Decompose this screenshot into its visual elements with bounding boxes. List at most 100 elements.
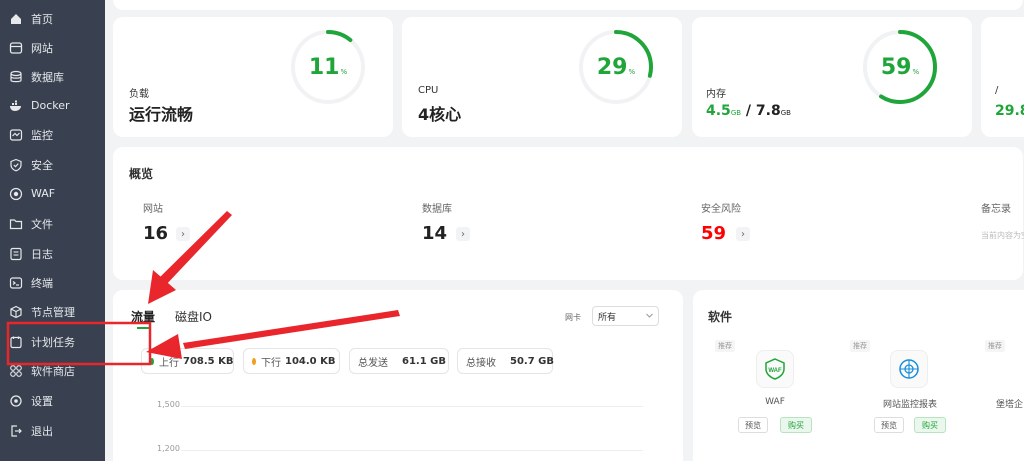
sidebar-item-home[interactable]: 首页 xyxy=(0,4,105,33)
memory-percent-unit: % xyxy=(912,68,920,76)
disk-card[interactable]: / 29.8 xyxy=(981,17,1024,137)
sidebar-item-security[interactable]: 安全 xyxy=(0,150,105,179)
sidebar-item-monitor[interactable]: 监控 xyxy=(0,120,105,149)
tab-disk-io[interactable]: 磁盘IO xyxy=(175,308,212,325)
task-icon xyxy=(9,335,23,349)
cpu-card[interactable]: CPU 4核心 29% xyxy=(402,17,682,137)
globe-icon xyxy=(9,41,23,55)
chevron-right-icon[interactable]: › xyxy=(456,227,470,241)
sidebar-item-database[interactable]: 数据库 xyxy=(0,62,105,91)
load-card[interactable]: 负载 运行流畅 11% xyxy=(113,17,393,137)
nic-select[interactable]: 所有 xyxy=(592,306,659,326)
sidebar-item-label: WAF xyxy=(31,187,56,200)
sidebar-item-label: Docker xyxy=(31,99,70,112)
folder-icon xyxy=(9,217,23,231)
sidebar-item-label: 计划任务 xyxy=(31,335,75,349)
cpu-percent-value: 29 xyxy=(596,55,628,80)
terminal-icon xyxy=(9,276,23,290)
overview-memo-hint[interactable]: 当前内容为空 xyxy=(981,230,1024,241)
node-icon xyxy=(9,305,23,319)
cpu-label: CPU xyxy=(418,85,439,96)
overview-databases-count[interactable]: 14 xyxy=(422,223,447,244)
sidebar-item-logs[interactable]: 日志 xyxy=(0,239,105,268)
sidebar-item-label: 终端 xyxy=(31,276,53,290)
software-title: 软件 xyxy=(708,310,733,324)
cpu-percent-unit: % xyxy=(628,68,636,76)
tab-active-indicator xyxy=(137,327,149,329)
software-card: 软件 推荐 WAF WAF 预览 购买 推荐 网站监控报表 预览 购买 推荐 堡… xyxy=(693,290,1024,461)
sidebar-item-label: 网站 xyxy=(31,41,53,55)
total-sent-stat: 总发送 61.1 GB xyxy=(349,348,449,374)
disk-mount-label: / xyxy=(995,85,999,96)
firewall-icon xyxy=(9,187,23,201)
buy-button[interactable]: 购买 xyxy=(780,417,812,433)
chevron-right-icon[interactable]: › xyxy=(176,227,190,241)
memory-card[interactable]: 内存 4.5GB / 7.8GB 59% xyxy=(692,17,972,137)
load-status: 运行流畅 xyxy=(129,105,194,124)
cpu-percent: 29% xyxy=(576,55,656,80)
load-percent: 11% xyxy=(288,55,368,80)
shield-icon xyxy=(9,158,23,172)
overview-databases-label: 数据库 xyxy=(422,204,452,215)
docker-icon xyxy=(9,99,23,113)
overview-security-count[interactable]: 59 xyxy=(701,223,726,244)
sidebar-item-terminal[interactable]: 终端 xyxy=(0,268,105,297)
gear-icon xyxy=(9,394,23,408)
sidebar-item-label: 首页 xyxy=(31,12,53,26)
sidebar-item-label: 设置 xyxy=(31,394,53,408)
monitor-icon xyxy=(9,128,23,142)
total-sent-value: 61.1 GB xyxy=(402,355,446,367)
sidebar-item-nodes[interactable]: 节点管理 xyxy=(0,297,105,326)
nic-label: 网卡 xyxy=(565,313,581,322)
total-received-label: 总接收 xyxy=(466,357,496,369)
upload-label: 上行 xyxy=(159,357,179,369)
upload-stat: 上行 708.5 KB xyxy=(141,348,234,374)
memory-percent-value: 59 xyxy=(880,55,912,80)
log-icon xyxy=(9,247,23,261)
upload-dot-icon xyxy=(150,357,154,365)
sidebar-item-logout[interactable]: 退出 xyxy=(0,416,105,445)
overview-security-label: 安全风险 xyxy=(701,204,741,215)
recommend-badge: 推荐 xyxy=(985,340,1005,352)
overview-websites-count[interactable]: 16 xyxy=(143,223,168,244)
tab-traffic[interactable]: 流量 xyxy=(131,308,155,325)
gridline xyxy=(181,406,643,407)
top-strip-card xyxy=(113,0,1023,10)
memory-usage: 4.5GB / 7.8GB xyxy=(706,103,791,119)
sidebar-item-store[interactable]: 软件商店 xyxy=(0,356,105,385)
logout-icon xyxy=(9,424,23,438)
sidebar-item-label: 软件商店 xyxy=(31,364,75,378)
chevron-right-icon[interactable]: › xyxy=(736,227,750,241)
sidebar-item-waf[interactable]: WAF xyxy=(0,179,105,208)
sidebar-item-tasks[interactable]: 计划任务 xyxy=(0,327,105,356)
database-icon xyxy=(9,70,23,84)
download-dot-icon xyxy=(252,357,256,365)
software-name-enterprise: 堡塔企 xyxy=(996,400,1024,410)
upload-value: 708.5 KB xyxy=(183,355,234,367)
sidebar-item-label: 退出 xyxy=(31,424,53,438)
load-percent-unit: % xyxy=(340,68,348,76)
sidebar-item-label: 安全 xyxy=(31,158,53,172)
preview-button[interactable]: 预览 xyxy=(874,417,904,433)
download-value: 104.0 KB xyxy=(285,355,336,367)
memory-percent: 59% xyxy=(860,55,940,80)
total-received-stat: 总接收 50.7 GB xyxy=(457,348,554,374)
sidebar-item-files[interactable]: 文件 xyxy=(0,209,105,238)
software-name-monitor: 网站监控报表 xyxy=(882,400,937,410)
memory-separator: / xyxy=(741,103,756,119)
overview-card: 概览 网站 16 › 数据库 14 › 安全风险 59 › 备忘录 当前内容为空 xyxy=(113,147,1024,280)
sidebar-item-website[interactable]: 网站 xyxy=(0,33,105,62)
preview-button[interactable]: 预览 xyxy=(738,417,768,433)
load-label: 负载 xyxy=(129,89,149,100)
website-monitor-icon[interactable] xyxy=(890,350,928,388)
memory-total-unit: GB xyxy=(780,109,791,117)
software-name-waf: WAF xyxy=(765,397,785,407)
sidebar-item-label: 文件 xyxy=(31,217,53,231)
memory-used-unit: GB xyxy=(730,109,742,117)
home-icon xyxy=(9,12,23,26)
buy-button[interactable]: 购买 xyxy=(914,417,946,433)
sidebar-item-docker[interactable]: Docker xyxy=(0,91,105,120)
store-icon xyxy=(9,364,23,378)
waf-icon[interactable]: WAF xyxy=(756,350,794,388)
sidebar-item-settings[interactable]: 设置 xyxy=(0,386,105,415)
